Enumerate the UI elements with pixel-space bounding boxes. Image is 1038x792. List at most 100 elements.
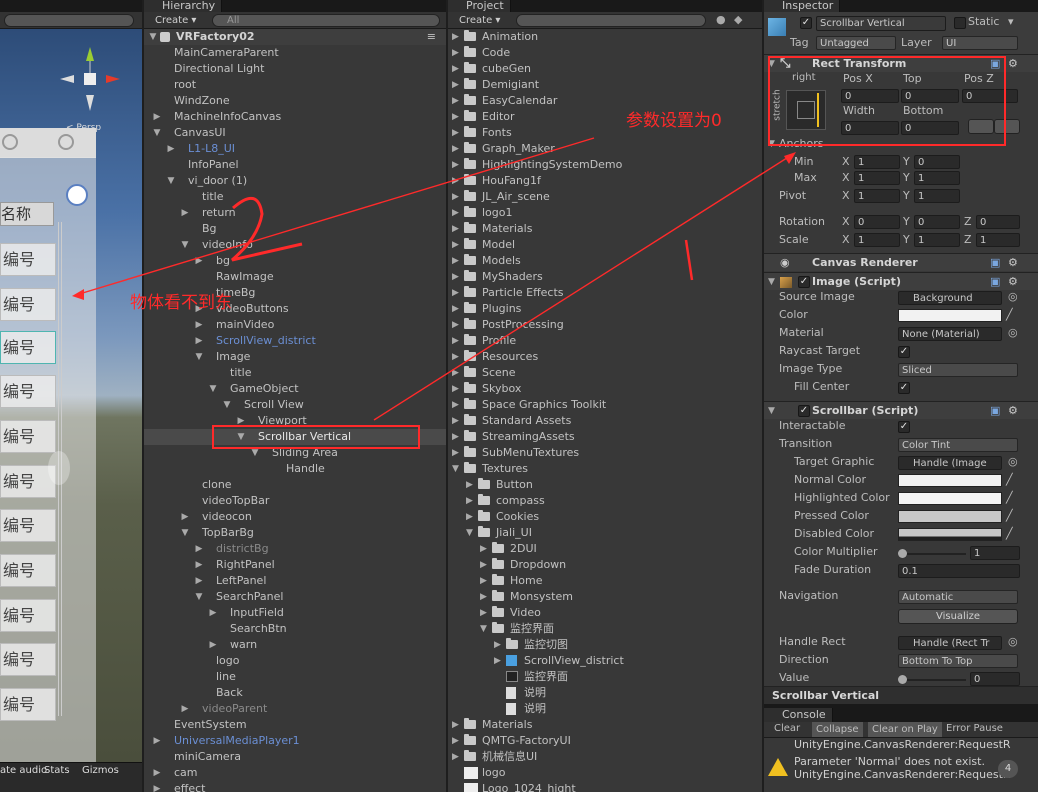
collapse-button[interactable]: Collapse bbox=[812, 722, 863, 737]
expand-down-icon[interactable]: ▼ bbox=[180, 525, 190, 541]
expand-down-icon[interactable]: ▼ bbox=[452, 461, 459, 477]
settings-gear-icon[interactable]: ⚙ bbox=[1008, 273, 1018, 291]
expand-down-icon[interactable]: ▼ bbox=[166, 173, 176, 189]
expand-right-icon[interactable]: ▶ bbox=[452, 285, 459, 301]
expand-right-icon[interactable]: ▶ bbox=[466, 493, 473, 509]
expand-right-icon[interactable]: ▶ bbox=[452, 269, 459, 285]
hierarchy-item[interactable]: EventSystem bbox=[144, 717, 446, 733]
disabled-color-swatch[interactable] bbox=[898, 528, 1002, 541]
scene-search[interactable] bbox=[4, 14, 134, 27]
scene-viewport[interactable]: < Persp 名称 编号 编号 编号 编号 编号 编号 编号 编号 编号 编号… bbox=[0, 29, 142, 763]
expand-right-icon[interactable]: ▶ bbox=[180, 205, 190, 221]
hierarchy-item[interactable]: ▶ effect bbox=[144, 781, 446, 792]
project-folder-item[interactable]: ▶ PostProcessing bbox=[448, 317, 762, 333]
expand-right-icon[interactable]: ▶ bbox=[494, 653, 501, 669]
project-asset-item[interactable]: 监控界面 bbox=[448, 669, 762, 685]
project-folder-item[interactable]: ▶ Graph_Maker bbox=[448, 141, 762, 157]
hierarchy-item[interactable]: ▶ cam bbox=[144, 765, 446, 781]
expand-right-icon[interactable]: ▶ bbox=[166, 141, 176, 157]
hierarchy-item[interactable]: RawImage bbox=[144, 269, 446, 285]
scrollbar-enabled-checkbox[interactable]: ✓ bbox=[798, 405, 810, 417]
project-asset-item[interactable]: ▶ ScrollView_district bbox=[448, 653, 762, 669]
canvas-renderer-header[interactable]: ◉ Canvas Renderer ▣ ⚙ bbox=[764, 253, 1038, 271]
expand-right-icon[interactable]: ▶ bbox=[452, 381, 459, 397]
pivot-y-input[interactable]: 1 bbox=[914, 189, 960, 203]
expand-right-icon[interactable]: ▶ bbox=[452, 445, 459, 461]
project-tab[interactable]: Project bbox=[448, 0, 511, 12]
hierarchy-search-input[interactable]: All bbox=[212, 14, 440, 27]
clear-on-play-button[interactable]: Clear on Play bbox=[868, 722, 942, 737]
expand-right-icon[interactable]: ▶ bbox=[452, 221, 459, 237]
expand-right-icon[interactable]: ▶ bbox=[452, 77, 459, 93]
project-folder-item[interactable]: ▶ SubMenuTextures bbox=[448, 445, 762, 461]
scene-gizmo-icon[interactable] bbox=[52, 39, 132, 119]
hierarchy-item[interactable]: ▶ RightPanel bbox=[144, 557, 446, 573]
hierarchy-item[interactable]: ▶ bg bbox=[144, 253, 446, 269]
color-swatch[interactable] bbox=[898, 309, 1002, 322]
material-field[interactable]: None (Material) bbox=[898, 327, 1002, 341]
hierarchy-item[interactable]: ▼ Image bbox=[144, 349, 446, 365]
project-folder-item[interactable]: ▶ Demigiant bbox=[448, 77, 762, 93]
settings-gear-icon[interactable]: ⚙ bbox=[1008, 254, 1018, 272]
hierarchy-item[interactable]: ▶ return bbox=[144, 205, 446, 221]
error-pause-button[interactable]: Error Pause bbox=[946, 723, 1003, 734]
project-folder-item[interactable]: ▶ Code bbox=[448, 45, 762, 61]
project-folder-item[interactable]: ▼ Textures bbox=[448, 461, 762, 477]
expand-right-icon[interactable]: ▶ bbox=[194, 573, 204, 589]
rotation-x-input[interactable]: 0 bbox=[854, 215, 900, 229]
pressed-color-swatch[interactable] bbox=[898, 510, 1002, 523]
project-folder-item[interactable]: ▶ Button bbox=[448, 477, 762, 493]
eyedropper-icon[interactable]: ╱ bbox=[1006, 491, 1013, 504]
object-name-input[interactable]: Scrollbar Vertical bbox=[816, 16, 946, 31]
pivot-x-input[interactable]: 1 bbox=[854, 189, 900, 203]
project-folder-item[interactable]: ▶ JL_Air_scene bbox=[448, 189, 762, 205]
value-slider[interactable] bbox=[900, 679, 966, 681]
expand-right-icon[interactable]: ▶ bbox=[452, 365, 459, 381]
handle-rect-field[interactable]: Handle (Rect Tr bbox=[898, 636, 1002, 650]
eyedropper-icon[interactable]: ╱ bbox=[1006, 527, 1013, 540]
project-folder-item[interactable]: ▶ StreamingAssets bbox=[448, 429, 762, 445]
project-create-button[interactable]: Create ▾ bbox=[459, 14, 500, 27]
expand-right-icon[interactable]: ▶ bbox=[194, 541, 204, 557]
project-folder-item[interactable]: ▶ 机械信息UI bbox=[448, 749, 762, 765]
collapse-arrow-icon[interactable]: ▼ bbox=[768, 273, 775, 291]
project-folder-item[interactable]: ▶ HouFang1f bbox=[448, 173, 762, 189]
object-picker-icon[interactable]: ◎ bbox=[1008, 455, 1018, 468]
expand-right-icon[interactable]: ▶ bbox=[480, 557, 487, 573]
project-folder-item[interactable]: ▶ 监控切图 bbox=[448, 637, 762, 653]
expand-right-icon[interactable]: ▶ bbox=[452, 157, 459, 173]
help-icon[interactable]: ▣ bbox=[990, 402, 1000, 420]
max-y-input[interactable]: 1 bbox=[914, 171, 960, 185]
rotation-z-input[interactable]: 0 bbox=[976, 215, 1020, 229]
project-asset-item[interactable]: 说明 bbox=[448, 701, 762, 717]
scene-menu-icon[interactable]: ≡ bbox=[427, 29, 436, 45]
console-tab[interactable]: Console bbox=[764, 708, 833, 722]
hierarchy-item[interactable]: ▶ districtBg bbox=[144, 541, 446, 557]
eyedropper-icon[interactable]: ╱ bbox=[1006, 509, 1013, 522]
rotation-y-input[interactable]: 0 bbox=[914, 215, 960, 229]
active-checkbox[interactable]: ✓ bbox=[800, 17, 812, 29]
expand-right-icon[interactable]: ▶ bbox=[194, 253, 204, 269]
hierarchy-item[interactable]: ▶ ScrollView_district bbox=[144, 333, 446, 349]
expand-right-icon[interactable]: ▶ bbox=[208, 605, 218, 621]
expand-down-icon[interactable]: ▼ bbox=[180, 237, 190, 253]
expand-right-icon[interactable]: ▶ bbox=[152, 765, 162, 781]
hierarchy-item[interactable]: ▶ warn bbox=[144, 637, 446, 653]
object-picker-icon[interactable]: ◎ bbox=[1008, 290, 1018, 303]
hierarchy-item[interactable]: ▶ LeftPanel bbox=[144, 573, 446, 589]
filter-type-icon[interactable]: ● bbox=[716, 13, 726, 26]
console-line[interactable]: Parameter 'Normal' does not exist. bbox=[794, 755, 985, 768]
project-folder-item[interactable]: ▶ Dropdown bbox=[448, 557, 762, 573]
expand-right-icon[interactable]: ▶ bbox=[180, 509, 190, 525]
expand-down-icon[interactable]: ▼ bbox=[194, 349, 204, 365]
tag-dropdown[interactable]: Untagged bbox=[816, 36, 896, 50]
project-folder-item[interactable]: ▶ cubeGen bbox=[448, 61, 762, 77]
project-folder-item[interactable]: ▶ Home bbox=[448, 573, 762, 589]
expand-right-icon[interactable]: ▶ bbox=[452, 317, 459, 333]
project-folder-item[interactable]: ▶ MyShaders bbox=[448, 269, 762, 285]
expand-right-icon[interactable]: ▶ bbox=[466, 509, 473, 525]
hierarchy-item[interactable]: ▶ mainVideo bbox=[144, 317, 446, 333]
expand-right-icon[interactable]: ▶ bbox=[452, 189, 459, 205]
hierarchy-item[interactable]: MainCameraParent bbox=[144, 45, 446, 61]
eyedropper-icon[interactable]: ╱ bbox=[1006, 308, 1013, 321]
